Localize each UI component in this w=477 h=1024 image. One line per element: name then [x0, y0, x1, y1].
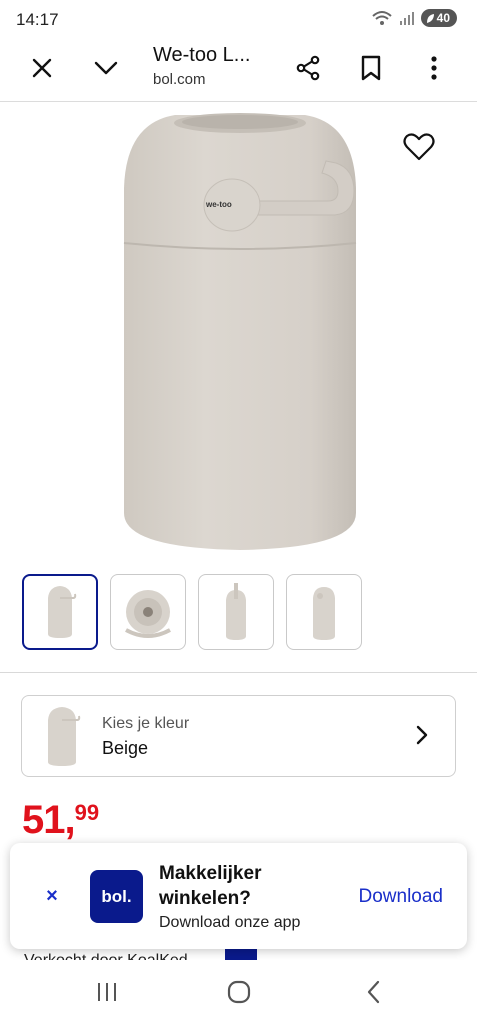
system-nav-bar: [0, 960, 477, 1024]
section-divider: [0, 672, 477, 673]
color-thumbnail: [42, 704, 82, 768]
page-title: We-too L...: [153, 44, 251, 66]
status-icons: 40: [371, 9, 457, 27]
recent-apps-button[interactable]: [87, 976, 127, 1012]
thumbnail-strip: [22, 574, 362, 650]
price: 51, 99: [22, 797, 99, 843]
bol-logo: bol.: [90, 870, 143, 923]
banner-title: Makkelijker winkelen?: [159, 863, 262, 909]
home-icon: [227, 980, 251, 1009]
chevron-right-icon: [415, 724, 429, 751]
status-time: 14:17: [16, 10, 59, 29]
wifi-icon: [371, 9, 393, 27]
close-icon: [31, 57, 53, 84]
collapse-button[interactable]: [84, 48, 128, 92]
battery-level: 40: [436, 11, 450, 25]
close-icon: ×: [46, 884, 58, 907]
banner-subtitle: Download onze app: [159, 914, 301, 931]
thumbnail-side[interactable]: [198, 574, 274, 650]
share-icon: [295, 55, 321, 86]
thumbnail-top[interactable]: [110, 574, 186, 650]
chevron-down-icon: [93, 60, 119, 81]
product-image[interactable]: we-too: [0, 103, 477, 555]
download-app-button[interactable]: Download: [359, 886, 444, 908]
app-download-banner: × bol. Makkelijker winkelen? Download on…: [10, 843, 467, 949]
back-button[interactable]: [354, 976, 394, 1012]
heart-outline-icon: [403, 132, 435, 166]
home-button[interactable]: [219, 976, 259, 1012]
page-url: bol.com: [153, 71, 206, 88]
bookmark-icon: [361, 55, 381, 86]
leaf-icon: [426, 13, 435, 24]
more-vert-icon: [430, 55, 438, 86]
color-selector[interactable]: Kies je kleur Beige: [21, 695, 456, 777]
back-icon: [366, 980, 382, 1009]
color-value: Beige: [102, 738, 149, 758]
close-button[interactable]: [20, 48, 64, 92]
color-label: Kies je kleur: [102, 715, 190, 732]
page-title-area: We-too L... bol.com: [153, 44, 283, 88]
thumbnail-front[interactable]: [22, 574, 98, 650]
price-main: 51,: [22, 798, 76, 842]
product-logo: we-too: [206, 200, 232, 209]
bookmark-button[interactable]: [349, 48, 393, 92]
browser-toolbar: We-too L... bol.com: [0, 40, 477, 102]
status-bar: 14:17 40: [0, 0, 477, 40]
more-options-button[interactable]: [412, 48, 456, 92]
thumbnail-angle[interactable]: [286, 574, 362, 650]
favorite-button[interactable]: [398, 128, 440, 170]
battery-indicator: 40: [420, 9, 457, 27]
recent-apps-icon: [96, 982, 118, 1007]
bol-logo-text: bol.: [101, 886, 132, 906]
price-cents: 99: [74, 800, 100, 825]
signal-icon: [399, 10, 415, 26]
share-button[interactable]: [286, 48, 330, 92]
banner-close-button[interactable]: ×: [40, 884, 64, 908]
